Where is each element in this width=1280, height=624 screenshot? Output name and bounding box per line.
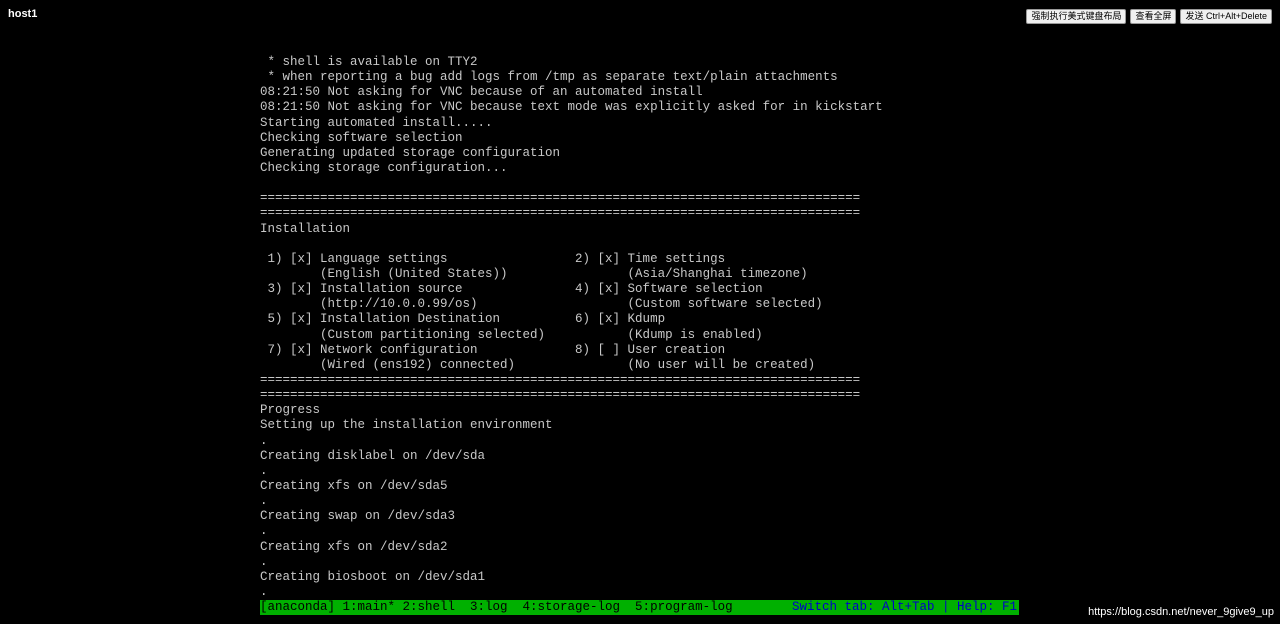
console-line: Installation — [260, 221, 351, 236]
console-line: Setting up the installation environment — [260, 418, 553, 433]
watermark: https://blog.csdn.net/never_9give9_up — [1088, 606, 1274, 618]
console-line: Checking software selection — [260, 130, 463, 145]
console-line: ========================================… — [260, 206, 861, 221]
console-line: (http://10.0.0.99/os) (Custom software s… — [260, 297, 823, 312]
console-line: Creating swap on /dev/sda3 — [260, 509, 456, 524]
force-us-keyboard-button[interactable]: 强制执行美式键盘布局 — [1026, 9, 1127, 24]
console-line: (English (United States)) (Asia/Shanghai… — [260, 266, 808, 281]
console-output: * shell is available on TTY2 * when repo… — [260, 55, 1020, 600]
console-line: * when reporting a bug add logs from /tm… — [260, 70, 838, 85]
toolbar: 强制执行美式键盘布局 查看全屏 发送 Ctrl+Alt+Delete — [1026, 9, 1272, 24]
console-line: 08:21:50 Not asking for VNC because text… — [260, 100, 883, 115]
status-tabs: [anaconda] 1:main* 2:shell 3:log 4:stora… — [260, 600, 733, 614]
fullscreen-button[interactable]: 查看全屏 — [1130, 9, 1177, 24]
console-line: Creating xfs on /dev/sda5 — [260, 478, 448, 493]
console-line: (Custom partitioning selected) (Kdump is… — [260, 327, 763, 342]
tmux-status-bar: [anaconda] 1:main* 2:shell 3:log 4:stora… — [260, 600, 1019, 615]
console-line: 08:21:50 Not asking for VNC because of a… — [260, 85, 703, 100]
console-line: Generating updated storage configuration — [260, 145, 561, 160]
console-line: . — [260, 554, 268, 569]
console-line: 5) [x] Installation Destination 6) [x] K… — [260, 312, 666, 327]
status-help: Switch tab: Alt+Tab | Help: F1 — [791, 600, 1017, 614]
console-line: ========================================… — [260, 191, 861, 206]
console-line: . — [260, 524, 268, 539]
console-line: ========================================… — [260, 372, 861, 387]
window-title: host1 — [8, 8, 38, 20]
console-line: Creating xfs on /dev/sda2 — [260, 539, 448, 554]
console-screen[interactable]: * shell is available on TTY2 * when repo… — [260, 55, 1020, 617]
console-line: Starting automated install..... — [260, 115, 493, 130]
console-line: . — [260, 584, 268, 599]
console-line: 1) [x] Language settings 2) [x] Time set… — [260, 251, 726, 266]
console-line: 7) [x] Network configuration 8) [ ] User… — [260, 342, 726, 357]
console-line: Progress — [260, 403, 321, 418]
console-line: (Wired (ens192) connected) (No user will… — [260, 357, 816, 372]
console-line: Creating biosboot on /dev/sda1 — [260, 569, 486, 584]
console-line: ========================================… — [260, 388, 861, 403]
console-line: . — [260, 494, 268, 509]
console-line: . — [260, 433, 268, 448]
console-line: 3) [x] Installation source 4) [x] Softwa… — [260, 282, 763, 297]
console-line: . — [260, 463, 268, 478]
send-ctrl-alt-delete-button[interactable]: 发送 Ctrl+Alt+Delete — [1180, 9, 1272, 24]
console-line: Checking storage configuration... — [260, 160, 508, 175]
console-line: * shell is available on TTY2 — [260, 55, 478, 69]
console-line: Creating disklabel on /dev/sda — [260, 448, 486, 463]
